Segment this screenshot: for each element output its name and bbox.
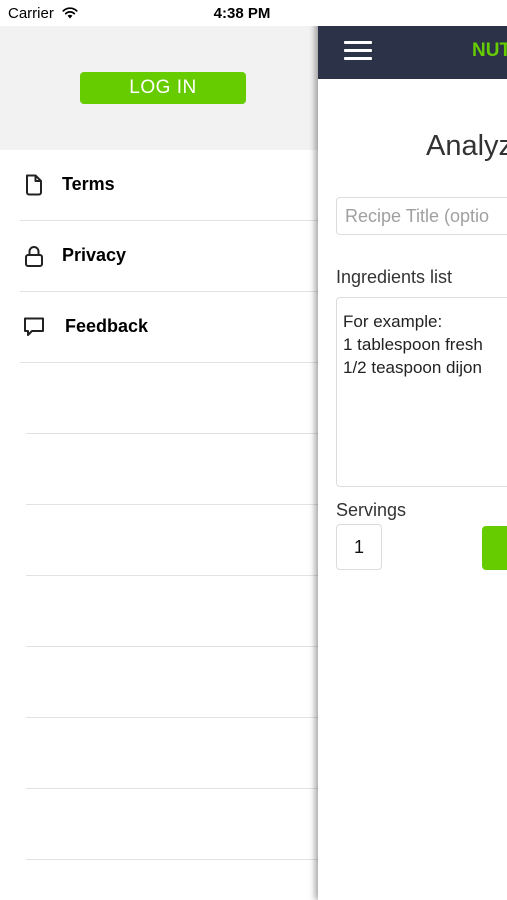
ingredients-placeholder-line: For example: [343,312,443,331]
page-title: Analyz [426,130,507,162]
ingredients-label: Ingredients list [336,267,453,287]
document-icon [26,174,42,196]
empty-row [0,718,320,789]
servings-input[interactable]: 1 [336,524,382,570]
side-menu: LOG IN Terms Privacy Feedback [0,26,320,900]
menu-item-label: Privacy [62,245,127,265]
speech-bubble-icon [24,317,44,336]
menu-list: Terms Privacy Feedback [0,150,320,363]
menu-item-terms[interactable]: Terms [0,150,320,221]
hamburger-menu-icon[interactable] [344,41,372,61]
empty-row [0,434,320,505]
servings-label: Servings [336,500,407,520]
ingredients-placeholder-line: 1/2 teaspoon dijon [343,358,482,377]
empty-row [0,647,320,718]
empty-row [0,789,320,860]
empty-row [0,576,320,647]
empty-row [0,363,320,434]
menu-item-feedback[interactable]: Feedback [0,292,320,363]
status-time: 4:38 PM [213,5,271,22]
main-panel: NUT Analyz Ingredients list For example:… [318,0,507,900]
ingredients-textarea[interactable]: For example: 1 tablespoon fresh 1/2 teas… [336,297,507,487]
menu-item-label: Terms [62,174,115,194]
empty-menu-rows [0,363,320,860]
ingredients-placeholder-line: 1 tablespoon fresh [343,335,483,354]
recipe-title-input[interactable] [336,197,507,235]
analyze-button[interactable] [482,526,507,570]
menu-header: LOG IN [0,26,320,150]
menu-item-label: Feedback [65,316,149,336]
login-button[interactable]: LOG IN [80,72,246,104]
menu-item-privacy[interactable]: Privacy [0,221,320,292]
empty-row [0,505,320,576]
lock-icon [25,246,43,267]
brand-logo-text: NUT [472,40,507,61]
status-bar: Carrier 4:38 PM [0,0,507,26]
